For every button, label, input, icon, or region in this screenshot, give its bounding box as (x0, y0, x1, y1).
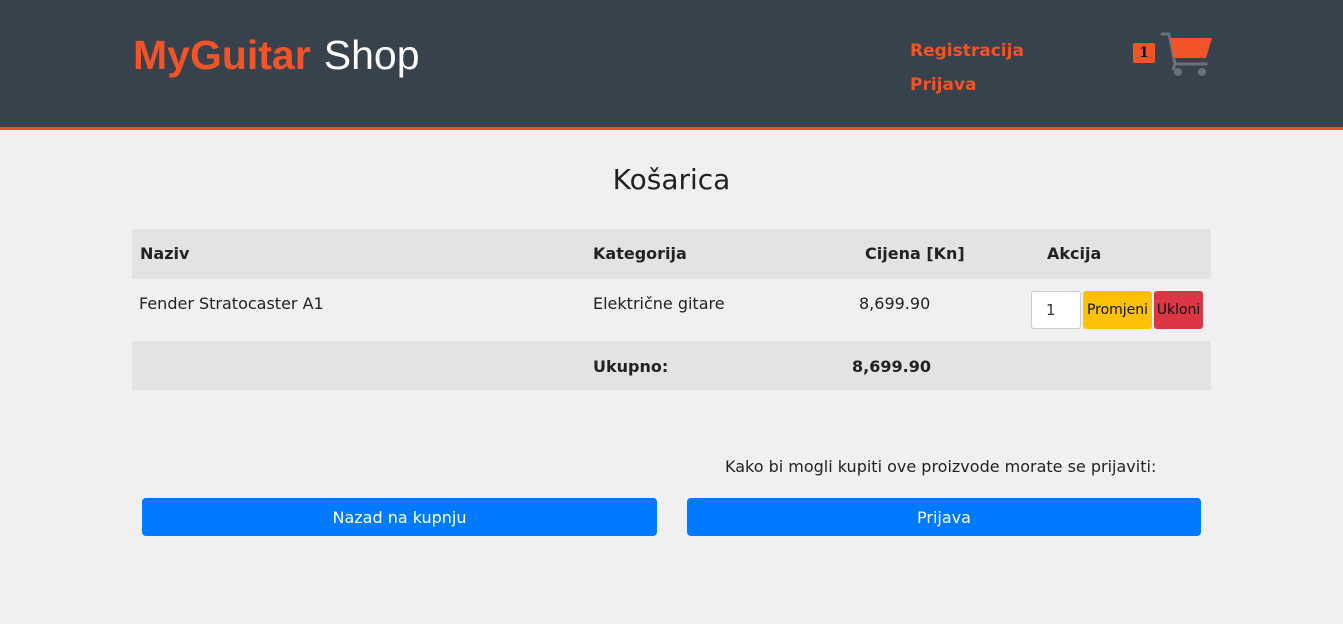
column-header-name: Naziv (140, 244, 190, 263)
cart-count-badge: 1 (1133, 43, 1155, 63)
table-row: Fender Stratocaster A1 Električne gitare… (132, 279, 1211, 341)
back-to-shop-button[interactable]: Nazad na kupnju (142, 498, 657, 536)
total-label: Ukupno: (593, 357, 669, 376)
table-total-row: Ukupno: 8,699.90 (132, 341, 1211, 390)
column-header-category: Kategorija (593, 244, 687, 263)
product-price: 8,699.90 (859, 294, 931, 313)
header-nav: Registracija Prijava (910, 34, 1024, 102)
login-notice: Kako bi mogli kupiti ove proizvode morat… (725, 457, 1157, 476)
column-header-price: Cijena [Kn] (865, 244, 965, 263)
register-link[interactable]: Registracija (910, 34, 1024, 68)
quantity-input[interactable] (1031, 291, 1081, 329)
page-title: Košarica (612, 163, 731, 196)
change-quantity-button[interactable]: Promjeni (1083, 291, 1152, 329)
table-header-row: Naziv Kategorija Cijena [Kn] Akcija (132, 229, 1211, 279)
site-logo[interactable]: MyGuitar Shop (133, 30, 420, 80)
shopping-cart-icon[interactable] (1160, 30, 1214, 78)
remove-item-button[interactable]: Ukloni (1154, 291, 1203, 329)
product-name: Fender Stratocaster A1 (139, 294, 324, 313)
cart-table: Naziv Kategorija Cijena [Kn] Akcija Fend… (132, 229, 1211, 390)
logo-brand: MyGuitar (133, 32, 311, 78)
total-value: 8,699.90 (852, 357, 931, 376)
login-button[interactable]: Prijava (687, 498, 1201, 536)
login-link[interactable]: Prijava (910, 68, 1024, 102)
column-header-action: Akcija (1047, 244, 1102, 263)
product-category: Električne gitare (593, 294, 725, 313)
logo-shop: Shop (323, 32, 420, 78)
site-header: MyGuitar Shop Registracija Prijava 1 (0, 0, 1343, 130)
